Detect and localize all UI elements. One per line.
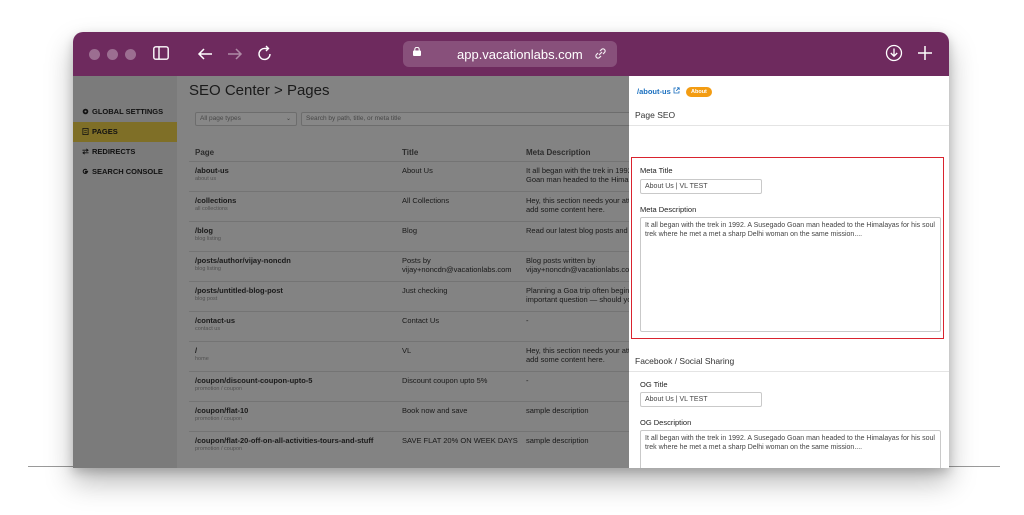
page-link-text: /about-us	[637, 87, 671, 96]
screenshot-stage: app.vacationlabs.com GLOBAL SETTINGS PAG…	[0, 0, 1024, 515]
address-url: app.vacationlabs.com	[457, 47, 583, 62]
modal-backdrop[interactable]	[73, 76, 629, 468]
section-divider	[629, 371, 949, 372]
window-zoom-dot[interactable]	[125, 49, 136, 60]
forward-icon[interactable]	[227, 47, 243, 61]
social-sharing-heading: Facebook / Social Sharing	[635, 356, 735, 366]
new-tab-icon[interactable]	[917, 45, 933, 61]
browser-window: app.vacationlabs.com GLOBAL SETTINGS PAG…	[73, 32, 949, 468]
lock-icon	[413, 47, 421, 56]
meta-description-textarea[interactable]: It all began with the trek in 1992. A Su…	[640, 217, 941, 332]
meta-title-label: Meta Title	[640, 166, 673, 175]
section-divider	[629, 125, 949, 126]
external-link-icon	[673, 87, 680, 94]
meta-title-input[interactable]: About Us | VL TEST	[640, 179, 762, 194]
seo-edit-panel: /about-us About Page SEO Meta Title Abou…	[629, 76, 949, 468]
browser-titlebar: app.vacationlabs.com	[73, 32, 949, 76]
window-minimize-dot[interactable]	[107, 49, 118, 60]
sidebar-icon[interactable]	[153, 46, 169, 60]
app-content: GLOBAL SETTINGS PAGES REDIRECTS SEARCH C…	[73, 76, 949, 468]
page-seo-heading: Page SEO	[635, 110, 676, 120]
page-link[interactable]: /about-us	[637, 87, 680, 96]
window-close-dot[interactable]	[89, 49, 100, 60]
og-description-textarea[interactable]: It all began with the trek in 1992. A Su…	[640, 430, 941, 468]
reload-icon[interactable]	[257, 44, 273, 62]
address-bar[interactable]: app.vacationlabs.com	[403, 41, 617, 67]
download-icon[interactable]	[885, 44, 903, 62]
page-type-badge: About	[686, 87, 712, 97]
og-description-label: OG Description	[640, 418, 692, 427]
meta-description-label: Meta Description	[640, 205, 697, 214]
back-icon[interactable]	[197, 47, 213, 61]
og-title-label: OG Title	[640, 380, 668, 389]
og-title-input[interactable]: About Us | VL TEST	[640, 392, 762, 407]
link-icon[interactable]	[594, 47, 607, 60]
